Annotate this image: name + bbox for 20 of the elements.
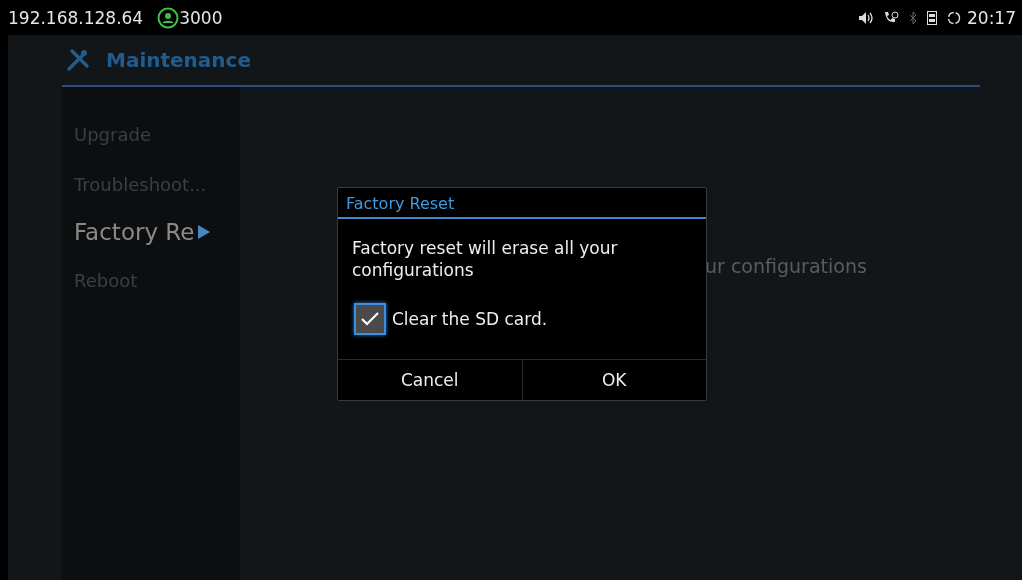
menu-item[interactable]: Factory Re: [62, 209, 240, 255]
account-number: 3000: [179, 7, 223, 28]
check-icon: [360, 311, 380, 327]
page-title: Maintenance: [106, 48, 251, 72]
tools-icon: [66, 48, 90, 72]
user-icon: [157, 6, 180, 29]
dialog-button[interactable]: OK: [521, 360, 706, 400]
pointer-icon: [198, 225, 211, 239]
clock-time: 20:17: [967, 7, 1016, 28]
ip-address: 192.168.128.64: [8, 7, 144, 28]
description-text: ur configurations: [705, 255, 867, 277]
sync-icon: [947, 10, 961, 25]
dialog-title: Factory Reset: [338, 188, 706, 219]
bluetooth-icon: [909, 10, 917, 25]
checkbox-label: Clear the SD card.: [392, 309, 548, 329]
sd-card-icon: [927, 10, 937, 25]
checkbox[interactable]: [354, 303, 386, 335]
dialog-message: Factory reset will erase all your configurations: [351, 237, 619, 281]
speaker-icon: [859, 11, 873, 24]
phone-icon: [883, 10, 899, 25]
